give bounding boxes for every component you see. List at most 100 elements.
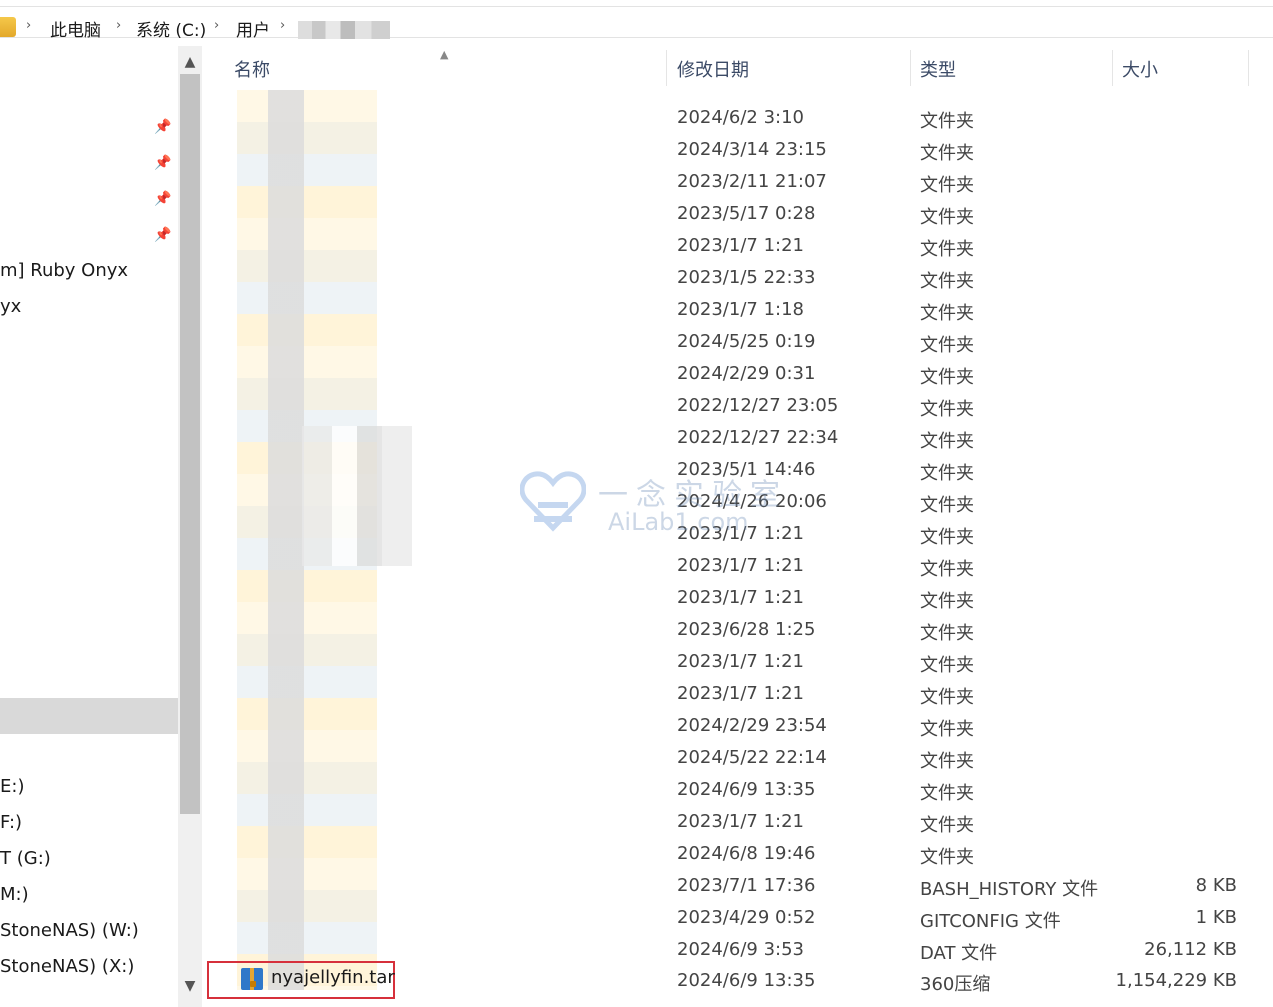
privacy-mosaic bbox=[302, 426, 412, 566]
address-bar[interactable]: › 此电脑 › 系统 (C:) › 用户 › bbox=[0, 0, 1273, 41]
file-type: DAT 文件 bbox=[920, 943, 998, 964]
breadcrumb-redacted-user[interactable] bbox=[298, 21, 390, 39]
file-date: 2024/5/22 22:14 bbox=[677, 747, 827, 768]
file-size: 8 KB bbox=[1195, 875, 1237, 896]
file-type: 文件夹 bbox=[920, 623, 974, 644]
breadcrumb[interactable]: › 此电脑 › 系统 (C:) › 用户 › bbox=[0, 6, 1273, 41]
file-type: 文件夹 bbox=[920, 655, 974, 676]
column-header-type[interactable]: 类型 bbox=[920, 56, 956, 82]
file-type: 文件夹 bbox=[920, 527, 974, 548]
pin-icon: 📌 bbox=[154, 155, 172, 171]
scroll-up-icon[interactable]: ▲ bbox=[178, 50, 202, 74]
file-type: 文件夹 bbox=[920, 335, 974, 356]
file-date: 2023/1/7 1:21 bbox=[677, 555, 804, 576]
file-size: 1 KB bbox=[1195, 907, 1237, 928]
nav-scrollbar[interactable]: ▲ ▼ bbox=[178, 46, 202, 1007]
column-header-name[interactable]: 名称 bbox=[234, 56, 270, 82]
file-date: 2024/6/2 3:10 bbox=[677, 107, 804, 128]
nav-item-drive-g[interactable]: T (G:) bbox=[0, 848, 51, 869]
archive-icon bbox=[241, 968, 263, 990]
chevron-right-icon[interactable]: › bbox=[280, 18, 285, 33]
file-type: 文件夹 bbox=[920, 719, 974, 740]
file-type: 文件夹 bbox=[920, 111, 974, 132]
file-date: 2023/7/1 17:36 bbox=[677, 875, 816, 896]
file-type: 文件夹 bbox=[920, 143, 974, 164]
pin-icon: 📌 bbox=[154, 191, 172, 207]
scroll-thumb[interactable] bbox=[180, 74, 200, 814]
nav-item-onyx[interactable]: yx bbox=[0, 296, 21, 317]
file-type: 文件夹 bbox=[920, 399, 974, 420]
column-header-date[interactable]: 修改日期 bbox=[677, 56, 749, 82]
file-date: 2024/6/9 13:35 bbox=[677, 970, 816, 991]
file-type: 360压缩 bbox=[920, 974, 991, 995]
file-date: 2023/4/29 0:52 bbox=[677, 907, 816, 928]
nav-item-drive-m[interactable]: M:) bbox=[0, 884, 29, 905]
folder-icon bbox=[0, 17, 16, 37]
file-type: 文件夹 bbox=[920, 783, 974, 804]
nav-item-selected[interactable] bbox=[0, 698, 178, 734]
file-type: 文件夹 bbox=[920, 303, 974, 324]
file-date: 2024/6/9 13:35 bbox=[677, 779, 816, 800]
file-list[interactable]: ▲ 名称 修改日期 类型 大小 us2024/6/2 3:10文件夹2024/3… bbox=[202, 46, 1273, 1007]
file-date: 2023/5/1 14:46 bbox=[677, 459, 816, 480]
file-date: 2023/1/7 1:21 bbox=[677, 235, 804, 256]
file-type: GITCONFIG 文件 bbox=[920, 911, 1061, 932]
sort-ascending-icon: ▲ bbox=[440, 48, 449, 61]
file-type: 文件夹 bbox=[920, 591, 974, 612]
file-date: 2024/3/14 23:15 bbox=[677, 139, 827, 160]
breadcrumb-drive-c[interactable]: 系统 (C:) bbox=[136, 16, 206, 41]
file-date: 2024/2/29 23:54 bbox=[677, 715, 827, 736]
file-type: 文件夹 bbox=[920, 367, 974, 388]
column-divider[interactable] bbox=[666, 50, 667, 86]
chevron-right-icon[interactable]: › bbox=[26, 18, 31, 33]
file-type: 文件夹 bbox=[920, 687, 974, 708]
file-date: 2023/1/7 1:21 bbox=[677, 651, 804, 672]
navigation-pane: 📌 📌 📌 📌 m] Ruby Onyx yx E:) F:) T (G:) M… bbox=[0, 46, 178, 1007]
file-date: 2023/6/28 1:25 bbox=[677, 619, 816, 640]
file-date: 2023/1/7 1:21 bbox=[677, 811, 804, 832]
nav-item-drive-e[interactable]: E:) bbox=[0, 776, 24, 797]
column-divider[interactable] bbox=[1248, 50, 1249, 86]
file-date: 2023/2/11 21:07 bbox=[677, 171, 827, 192]
file-date: 2023/1/7 1:21 bbox=[677, 523, 804, 544]
file-date: 2024/2/29 0:31 bbox=[677, 363, 816, 384]
breadcrumb-this-pc[interactable]: 此电脑 bbox=[50, 16, 101, 41]
file-type: 文件夹 bbox=[920, 175, 974, 196]
pin-icon: 📌 bbox=[154, 119, 172, 135]
file-date: 2024/6/8 19:46 bbox=[677, 843, 816, 864]
file-date: 2024/5/25 0:19 bbox=[677, 331, 816, 352]
nav-item-drive-x[interactable]: StoneNAS) (X:) bbox=[0, 956, 134, 977]
column-header-size[interactable]: 大小 bbox=[1122, 56, 1158, 82]
nav-item-drive-w[interactable]: StoneNAS) (W:) bbox=[0, 920, 139, 941]
file-type: 文件夹 bbox=[920, 751, 974, 772]
file-type: 文件夹 bbox=[920, 239, 974, 260]
nav-item-drive-f[interactable]: F:) bbox=[0, 812, 22, 833]
file-date: 2022/12/27 22:34 bbox=[677, 427, 839, 448]
nav-item-ruby-onyx[interactable]: m] Ruby Onyx bbox=[0, 260, 128, 281]
file-date: 2024/4/26 20:06 bbox=[677, 491, 827, 512]
file-date: 2022/12/27 23:05 bbox=[677, 395, 839, 416]
file-date: 2023/5/17 0:28 bbox=[677, 203, 816, 224]
file-type: 文件夹 bbox=[920, 815, 974, 836]
file-date: 2023/1/7 1:18 bbox=[677, 299, 804, 320]
scroll-down-icon[interactable]: ▼ bbox=[178, 974, 202, 998]
chevron-right-icon[interactable]: › bbox=[116, 18, 121, 33]
file-date: 2023/1/7 1:21 bbox=[677, 683, 804, 704]
column-divider[interactable] bbox=[1112, 50, 1113, 86]
file-type: 文件夹 bbox=[920, 431, 974, 452]
file-date: 2024/6/9 3:53 bbox=[677, 939, 804, 960]
breadcrumb-users[interactable]: 用户 bbox=[236, 16, 270, 41]
file-name[interactable]: nyajellyfin.tar bbox=[271, 967, 395, 988]
column-header-row: ▲ 名称 修改日期 类型 大小 bbox=[202, 46, 1273, 90]
column-divider[interactable] bbox=[910, 50, 911, 86]
chevron-right-icon[interactable]: › bbox=[214, 18, 219, 33]
file-date: 2023/1/7 1:21 bbox=[677, 587, 804, 608]
file-type: 文件夹 bbox=[920, 271, 974, 292]
file-type: 文件夹 bbox=[920, 463, 974, 484]
highlight-box[interactable]: nyajellyfin.tar bbox=[207, 961, 395, 999]
file-size: 26,112 KB bbox=[1144, 939, 1237, 960]
file-type: 文件夹 bbox=[920, 847, 974, 868]
file-type: 文件夹 bbox=[920, 495, 974, 516]
file-size: 1,154,229 KB bbox=[1115, 970, 1237, 991]
file-type: 文件夹 bbox=[920, 559, 974, 580]
